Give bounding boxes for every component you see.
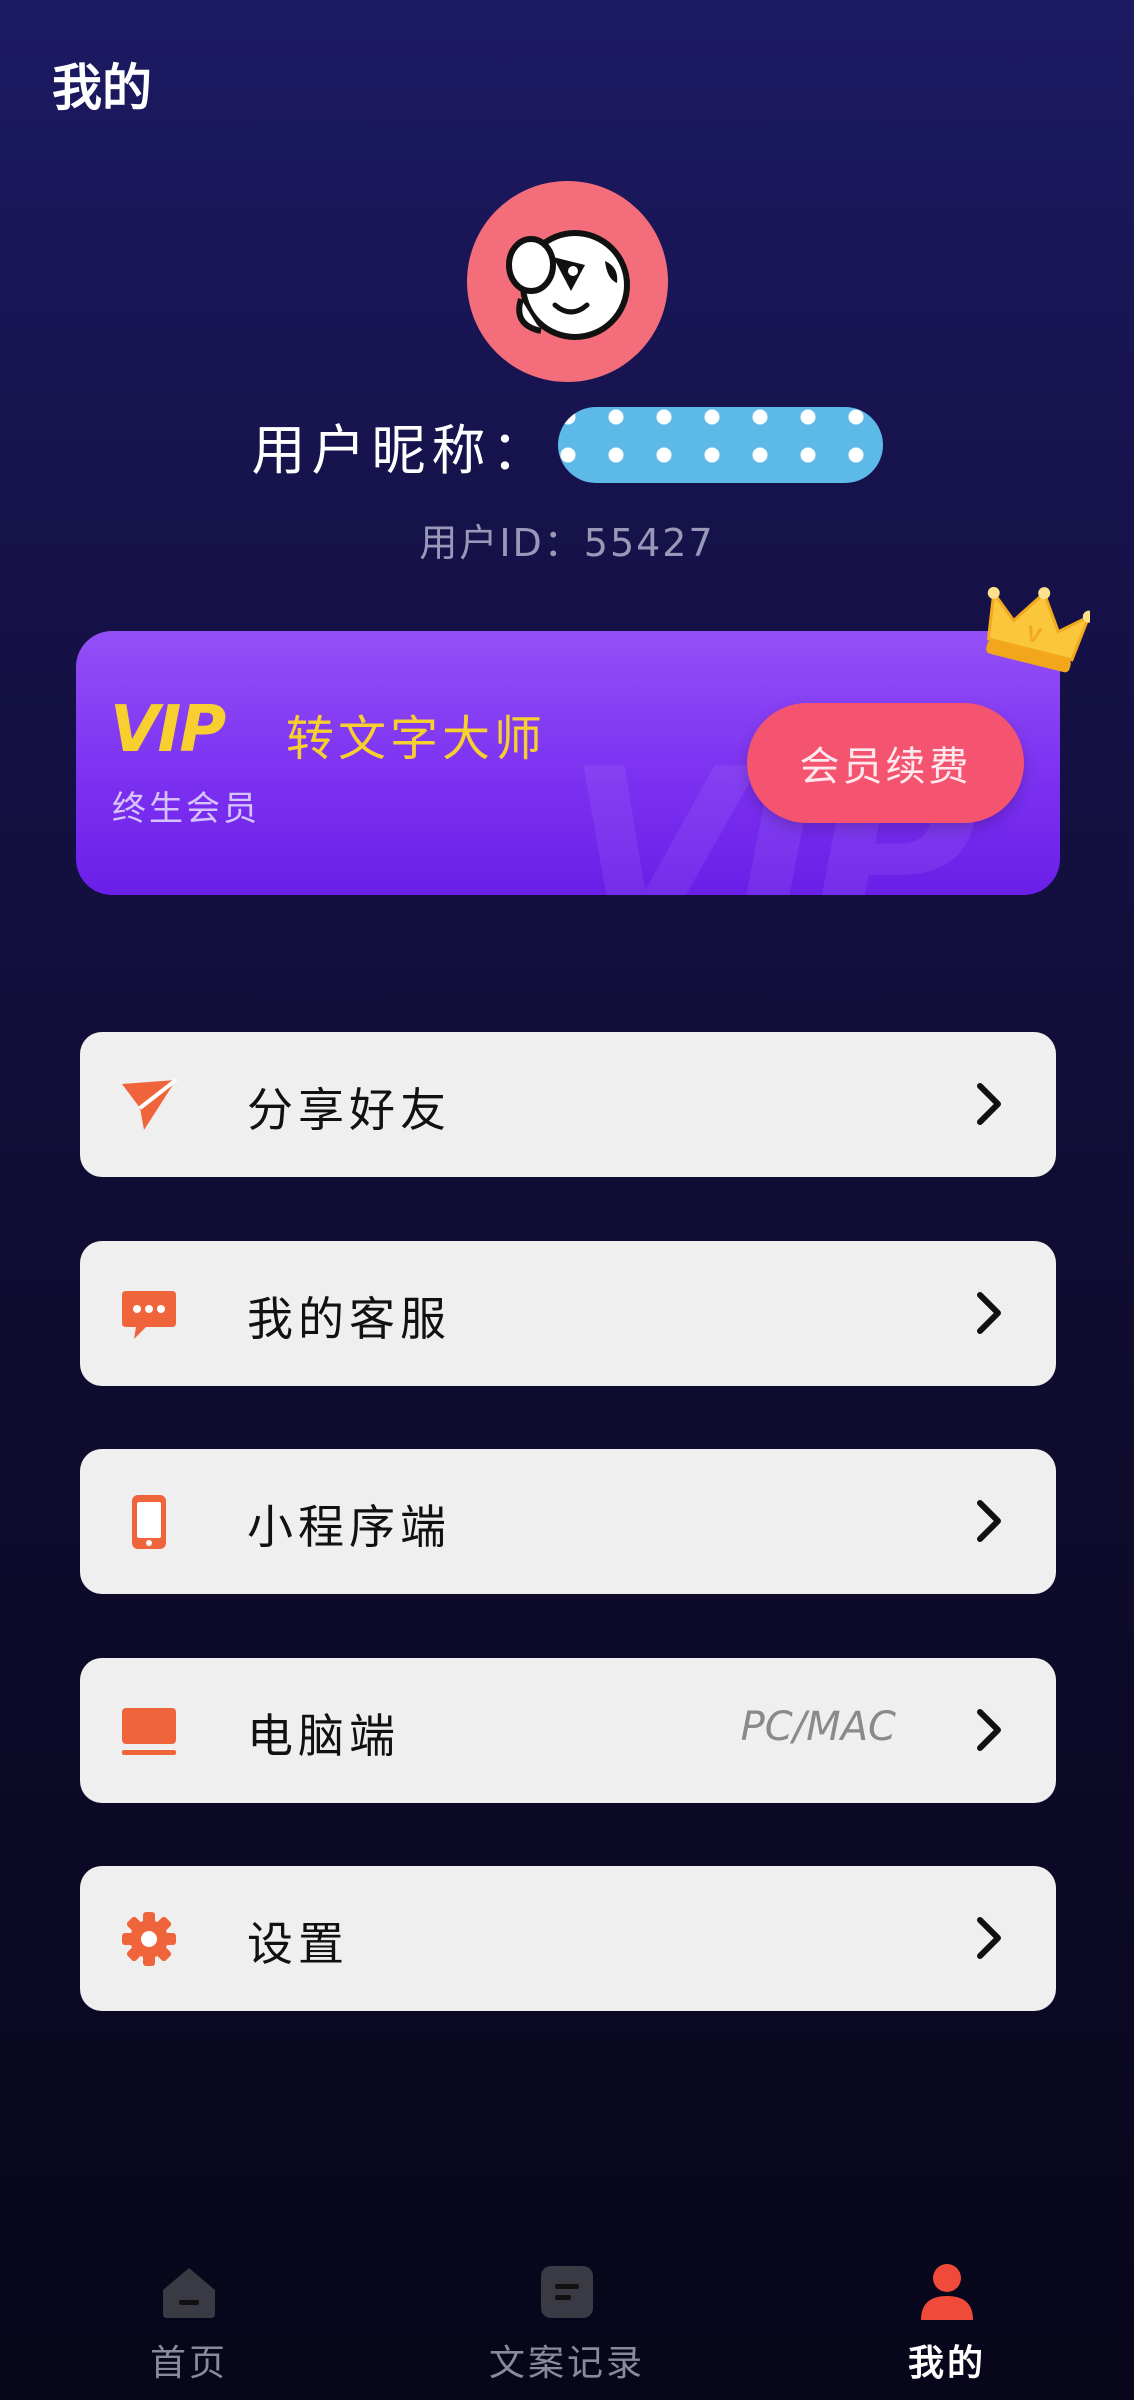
tab-home[interactable]: 首页 <box>89 2262 289 2386</box>
chevron-right-icon <box>977 1292 1001 1334</box>
user-id: 用户ID：55427 <box>419 521 715 565</box>
menu-label: 设置 <box>247 1917 349 1971</box>
menu-label: 小程序端 <box>247 1500 451 1554</box>
tab-mine[interactable]: 我的 <box>847 2262 1047 2386</box>
mobile-phone-icon <box>132 1495 166 1549</box>
panda-avatar-icon <box>505 229 630 340</box>
home-icon <box>163 2268 215 2318</box>
laptop-icon <box>122 1708 176 1755</box>
tab-records[interactable]: 文案记录 <box>467 2262 667 2386</box>
bottom-tab-bar: 首页 文案记录 我的 <box>0 2230 1134 2400</box>
nickname-row: 用户昵称： <box>0 407 1134 483</box>
send-icon <box>122 1078 178 1130</box>
menu-extra-label: PC/MAC <box>740 1704 896 1750</box>
renew-button[interactable]: 会员续费 <box>747 703 1024 823</box>
nickname-label: 用户昵称： <box>251 418 552 482</box>
page-title: 我的 <box>52 59 152 117</box>
menu-label: 我的客服 <box>247 1292 451 1346</box>
chevron-right-icon <box>977 1500 1001 1542</box>
nickname-redacted <box>557 407 883 483</box>
crown-icon: V <box>986 586 1090 673</box>
vip-app-name: 转文字大师 <box>286 711 547 767</box>
menu-label: 电脑端 <box>247 1709 400 1763</box>
vip-membership: 终生会员 <box>112 789 260 829</box>
document-icon <box>541 2266 593 2318</box>
vip-card: VIP VIP 转文字大师 终生会员 会员续费 <box>76 631 1060 895</box>
menu-item-desktop[interactable]: 电脑端 PC/MAC <box>80 1658 1056 1803</box>
menu-item-settings[interactable]: 设置 <box>80 1866 1056 2011</box>
tab-label: 我的 <box>907 2343 986 2384</box>
vip-logo: VIP <box>110 693 226 767</box>
tab-label: 首页 <box>149 2343 228 2384</box>
menu-item-mini-program[interactable]: 小程序端 <box>80 1449 1056 1594</box>
menu-item-customer-service[interactable]: 我的客服 <box>80 1241 1056 1386</box>
menu-label: 分享好友 <box>247 1083 451 1137</box>
user-icon <box>921 2264 973 2320</box>
chat-bubble-icon <box>122 1291 176 1339</box>
chevron-right-icon <box>977 1709 1001 1751</box>
menu-item-share[interactable]: 分享好友 <box>80 1032 1056 1177</box>
chevron-right-icon <box>977 1917 1001 1959</box>
chevron-right-icon <box>977 1083 1001 1125</box>
tab-label: 文案记录 <box>488 2343 645 2384</box>
avatar[interactable] <box>467 181 668 382</box>
gear-icon <box>122 1912 176 1966</box>
